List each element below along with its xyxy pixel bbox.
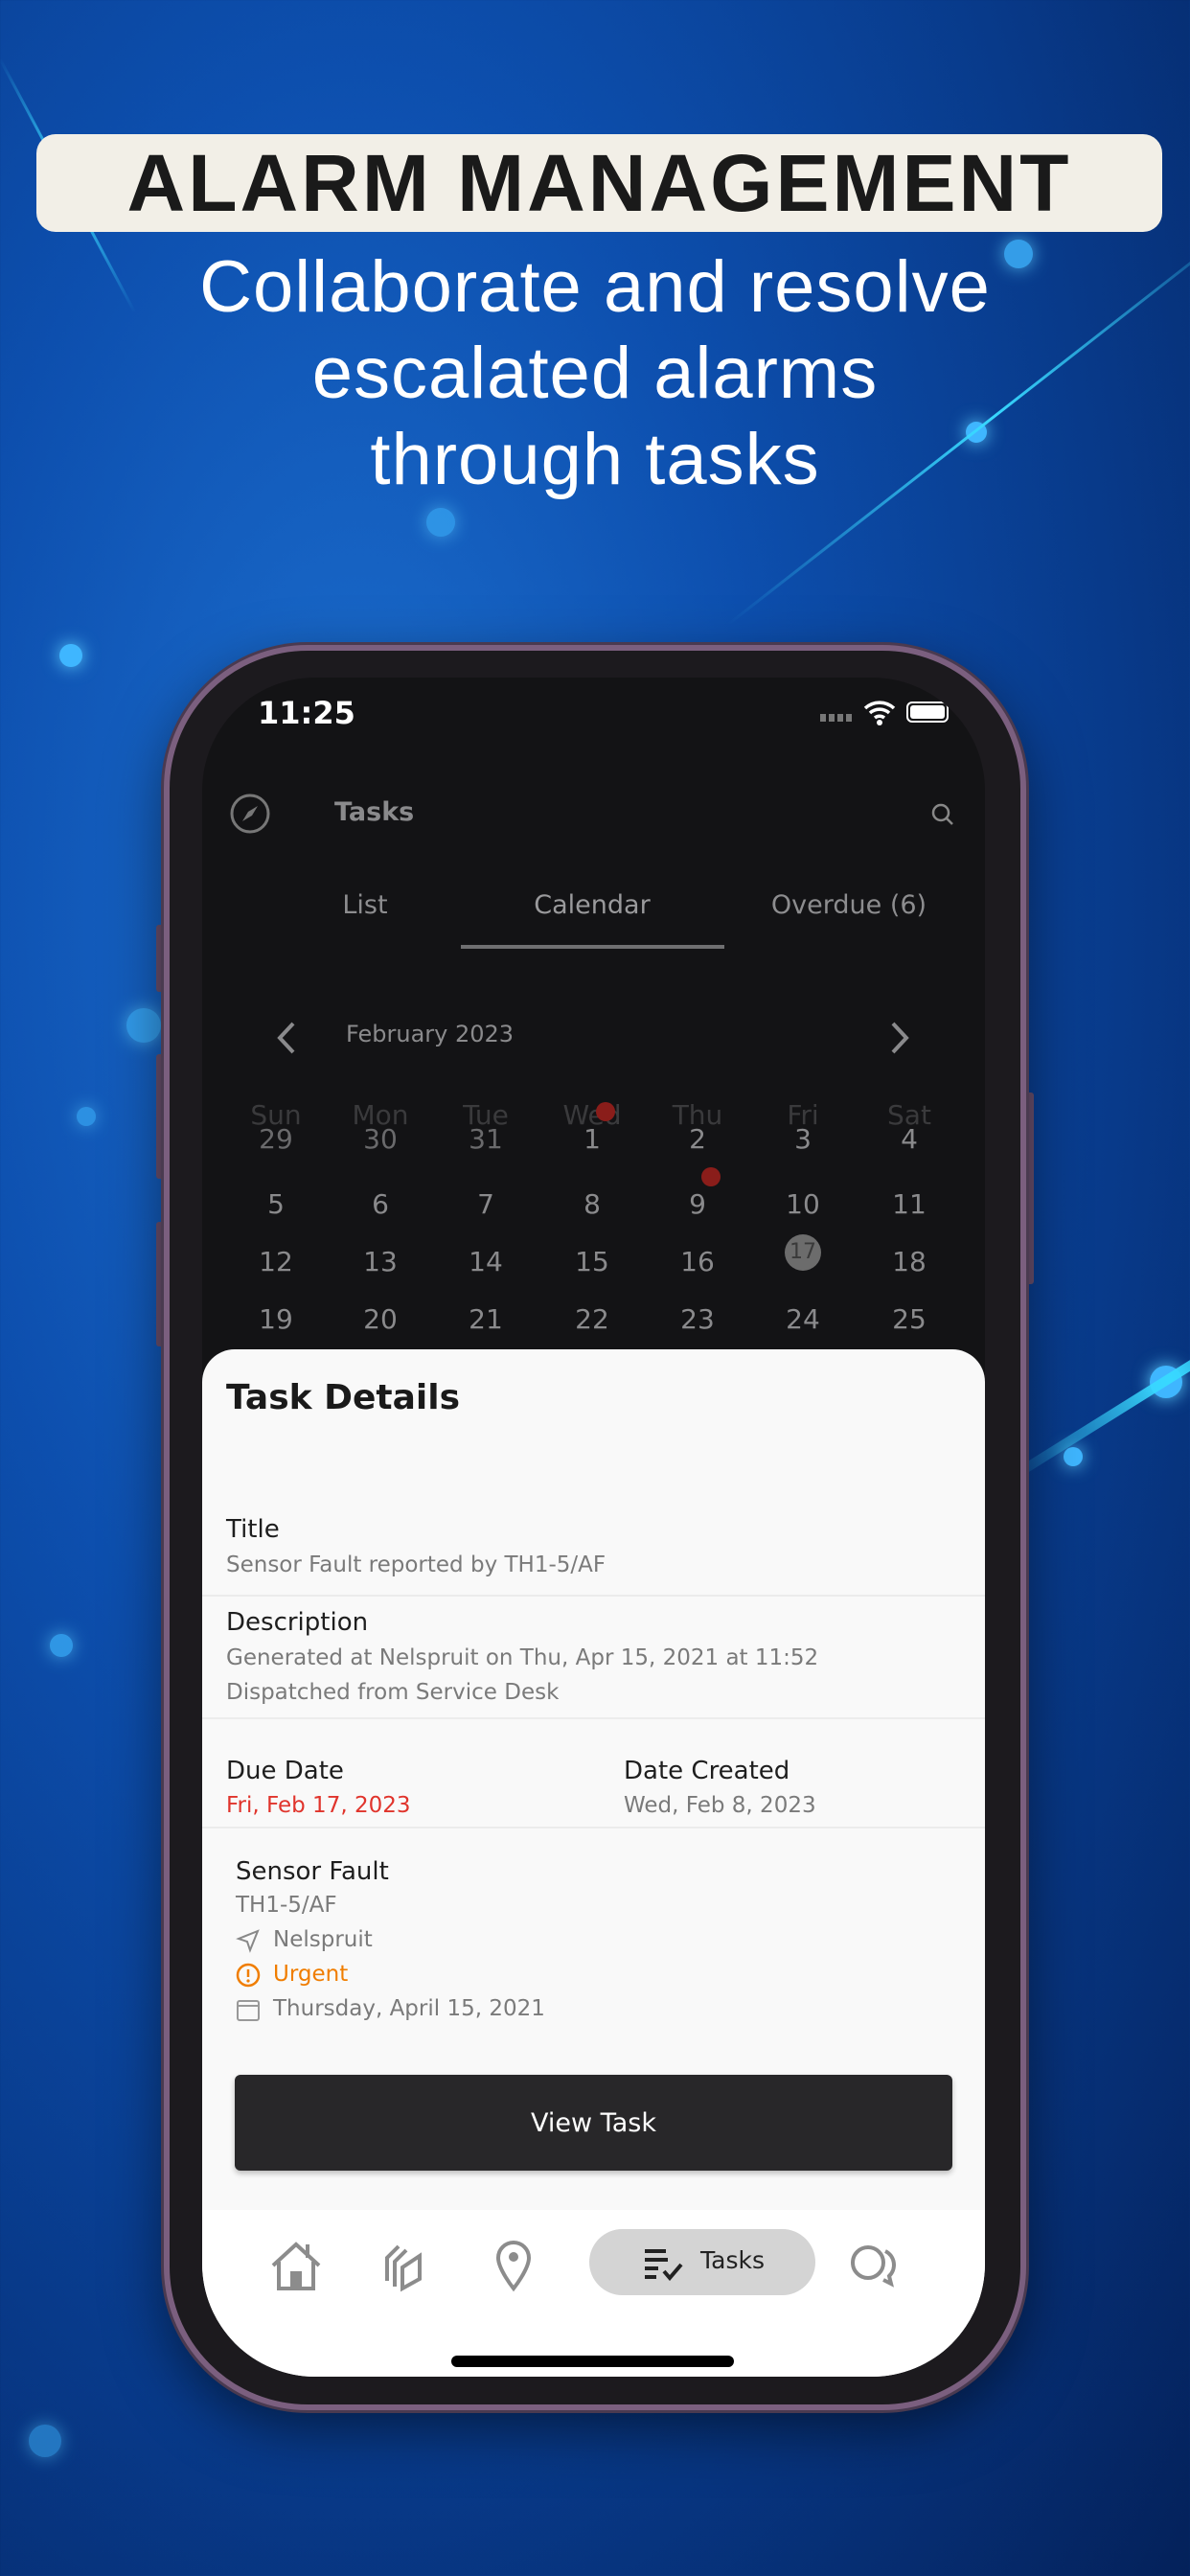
alarm-date: Thursday, April 15, 2021 bbox=[273, 1996, 545, 2021]
calendar-day[interactable]: 8 bbox=[554, 1188, 630, 1220]
alert-icon bbox=[236, 1963, 261, 1988]
event-dot bbox=[596, 1102, 615, 1121]
due-date-label: Due Date bbox=[226, 1757, 344, 1785]
calendar-icon bbox=[237, 2000, 260, 2021]
subtitle-line: escalated alarms bbox=[311, 333, 879, 414]
light-streak bbox=[1003, 1273, 1190, 1485]
title-value: Sensor Fault reported by TH1-5/AF bbox=[226, 1552, 606, 1577]
calendar-day[interactable]: 19 bbox=[238, 1303, 314, 1335]
calendar-day[interactable]: 7 bbox=[447, 1188, 524, 1220]
description-label: Description bbox=[226, 1608, 369, 1637]
calendar-day[interactable]: 23 bbox=[659, 1303, 736, 1335]
calendar-day[interactable]: 30 bbox=[342, 1123, 419, 1155]
banner-title: ALARM MANAGEMENT bbox=[36, 134, 1162, 232]
chevron-left-icon[interactable] bbox=[274, 1021, 299, 1055]
signal-icon bbox=[820, 714, 853, 722]
calendar-day[interactable]: 24 bbox=[765, 1303, 841, 1335]
active-tab-indicator bbox=[461, 945, 724, 949]
phone-side-button bbox=[156, 1222, 164, 1346]
calendar-day[interactable]: 16 bbox=[659, 1246, 736, 1277]
title-label: Title bbox=[226, 1515, 280, 1544]
calendar-day[interactable]: 11 bbox=[871, 1188, 948, 1220]
alarm-name: Sensor Fault bbox=[236, 1857, 389, 1886]
calendar-day[interactable]: 3 bbox=[765, 1123, 841, 1155]
calendar-day[interactable]: 4 bbox=[871, 1123, 948, 1155]
phone-side-button bbox=[1026, 1092, 1034, 1284]
calendar-day[interactable]: 31 bbox=[447, 1123, 524, 1155]
view-task-button[interactable]: View Task bbox=[235, 2075, 952, 2171]
date-created-value: Wed, Feb 8, 2023 bbox=[624, 1793, 816, 1818]
bokeh-light bbox=[59, 644, 82, 667]
phone-side-button bbox=[156, 1054, 164, 1179]
calendar-day[interactable]: 20 bbox=[342, 1303, 419, 1335]
bokeh-light bbox=[29, 2425, 61, 2457]
alarm-code: TH1-5/AF bbox=[236, 1893, 337, 1918]
calendar-day[interactable]: 1 bbox=[554, 1123, 630, 1155]
alarm-priority: Urgent bbox=[273, 1962, 349, 1987]
calendar-day[interactable]: 2 bbox=[659, 1123, 736, 1155]
home-icon[interactable] bbox=[269, 2239, 323, 2292]
calendar-day-selected[interactable]: 17 bbox=[785, 1234, 821, 1271]
phone-screen: 11:25 Tasks List Calendar Overdue (6) Fe… bbox=[202, 678, 985, 2377]
calendar-day[interactable]: 21 bbox=[447, 1303, 524, 1335]
sheet-heading: Task Details bbox=[226, 1378, 461, 1417]
wifi-icon bbox=[863, 701, 896, 725]
search-icon[interactable] bbox=[930, 802, 955, 827]
bokeh-light bbox=[426, 508, 455, 537]
calendar-day[interactable]: 25 bbox=[871, 1303, 948, 1335]
header-title: Tasks bbox=[334, 797, 415, 827]
calendar-day[interactable]: 9 bbox=[659, 1188, 736, 1220]
bokeh-light bbox=[1064, 1447, 1083, 1466]
date-created-label: Date Created bbox=[624, 1757, 790, 1785]
divider bbox=[202, 1827, 985, 1828]
subtitle-line: Collaborate and resolve bbox=[199, 246, 991, 328]
divider bbox=[202, 1595, 985, 1597]
navigation-icon bbox=[236, 1929, 260, 1953]
tasks-icon bbox=[645, 2249, 683, 2281]
calendar-day[interactable]: 6 bbox=[342, 1188, 419, 1220]
calendar-day[interactable]: 29 bbox=[238, 1123, 314, 1155]
phone-side-button bbox=[156, 925, 164, 992]
home-indicator bbox=[451, 2356, 734, 2367]
description-line: Generated at Nelspruit on Thu, Apr 15, 2… bbox=[226, 1645, 819, 1670]
nav-tasks[interactable]: Tasks bbox=[589, 2229, 815, 2295]
banner-subtitle: Collaborate and resolve escalated alarms… bbox=[0, 244, 1190, 503]
due-date-value: Fri, Feb 17, 2023 bbox=[226, 1793, 411, 1818]
nav-tasks-label: Tasks bbox=[700, 2246, 765, 2274]
divider bbox=[202, 1717, 985, 1719]
bottom-nav: Tasks bbox=[202, 2210, 985, 2377]
location-pin-icon[interactable] bbox=[494, 2239, 533, 2292]
calendar-day[interactable]: 14 bbox=[447, 1246, 524, 1277]
chat-icon[interactable] bbox=[847, 2243, 897, 2288]
calendar-month: February 2023 bbox=[346, 1021, 515, 1047]
calendar-day[interactable]: 18 bbox=[871, 1246, 948, 1277]
compass-icon[interactable] bbox=[229, 793, 271, 835]
tab-list[interactable]: List bbox=[308, 890, 423, 920]
calendar-day[interactable]: 13 bbox=[342, 1246, 419, 1277]
calendar-day[interactable]: 12 bbox=[238, 1246, 314, 1277]
chevron-right-icon[interactable] bbox=[887, 1021, 912, 1055]
bokeh-light bbox=[126, 1008, 161, 1043]
event-dot bbox=[701, 1167, 721, 1186]
subtitle-line: through tasks bbox=[370, 419, 820, 500]
description-line: Dispatched from Service Desk bbox=[226, 1680, 560, 1705]
bokeh-light bbox=[77, 1107, 96, 1126]
calendar-day[interactable]: 15 bbox=[554, 1246, 630, 1277]
status-time: 11:25 bbox=[258, 695, 355, 731]
tab-overdue[interactable]: Overdue (6) bbox=[720, 890, 978, 920]
bokeh-light bbox=[50, 1634, 73, 1657]
calendar-day[interactable]: 22 bbox=[554, 1303, 630, 1335]
task-details-sheet: Task Details Title Sensor Fault reported… bbox=[202, 1349, 985, 2377]
tab-calendar[interactable]: Calendar bbox=[461, 890, 723, 920]
calendar-day[interactable]: 5 bbox=[238, 1188, 314, 1220]
calendar-day[interactable]: 10 bbox=[765, 1188, 841, 1220]
battery-icon bbox=[906, 702, 949, 723]
layers-icon[interactable] bbox=[379, 2239, 433, 2292]
alarm-location: Nelspruit bbox=[273, 1927, 373, 1952]
